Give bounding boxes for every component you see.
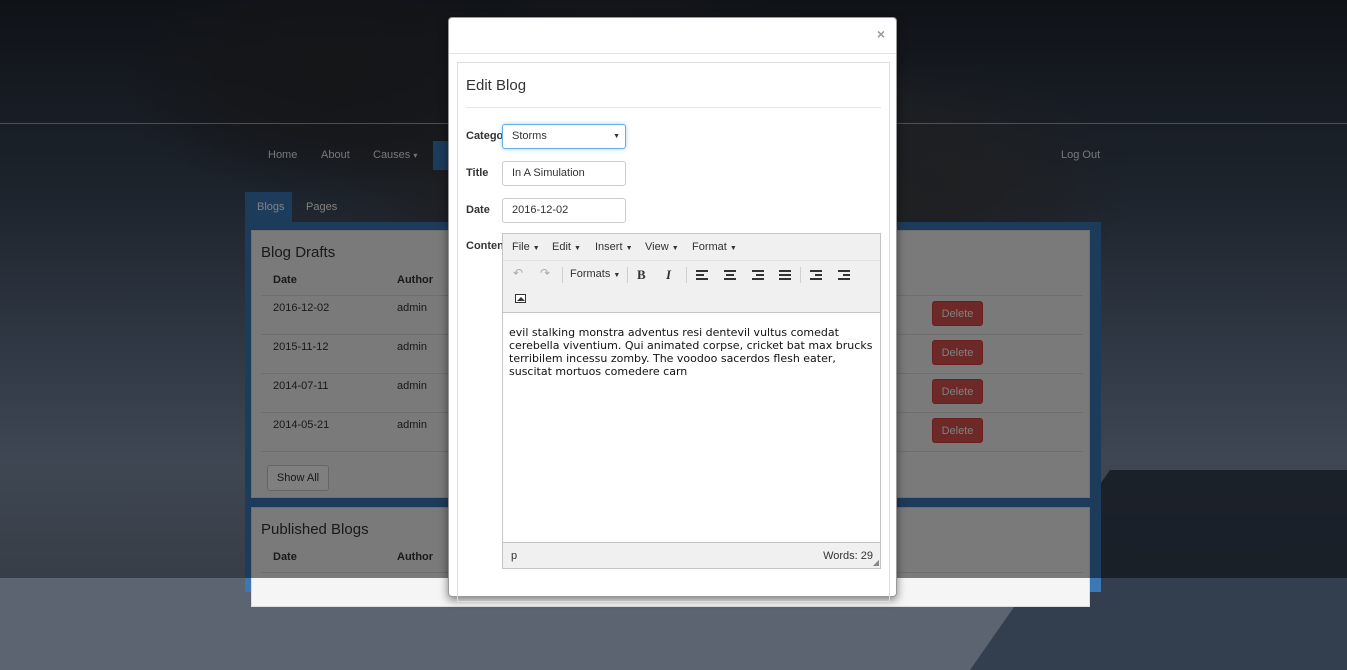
editor-toolbar: ↶ ↷ Formats ▼ B I: [503, 261, 880, 313]
italic-icon[interactable]: I: [666, 267, 671, 283]
modal-header: ×: [449, 18, 896, 54]
toolbar-separator: [800, 267, 801, 283]
toolbar-separator: [686, 267, 687, 283]
content-label: Content: [466, 240, 502, 252]
modal-title: Edit Blog: [466, 77, 527, 94]
editor-statusbar: p Words: 29 ◢: [503, 542, 880, 568]
element-path[interactable]: p: [511, 550, 517, 562]
title-divider: [466, 107, 881, 108]
menu-file[interactable]: File ▼: [512, 241, 540, 253]
menu-view[interactable]: View ▼: [645, 241, 679, 253]
title-label: Title: [466, 167, 489, 179]
category-value: Storms: [512, 130, 547, 142]
edit-blog-form: Edit Blog Category Storms ▼ Title In A S…: [457, 62, 890, 602]
category-label: Category: [466, 130, 502, 142]
resize-handle-icon[interactable]: ◢: [873, 558, 879, 567]
align-justify-icon[interactable]: [779, 270, 791, 280]
align-center-icon[interactable]: [724, 270, 736, 280]
undo-icon[interactable]: ↶: [511, 266, 525, 280]
redo-icon[interactable]: ↷: [538, 266, 552, 280]
word-count: Words: 29: [823, 550, 873, 562]
menu-format[interactable]: Format ▼: [692, 241, 737, 253]
rich-text-editor: File ▼ Edit ▼ Insert ▼ View ▼ Format ▼ ↶…: [502, 233, 881, 569]
bold-icon[interactable]: B: [637, 267, 646, 283]
align-left-icon[interactable]: [696, 270, 708, 280]
editor-menubar: File ▼ Edit ▼ Insert ▼ View ▼ Format ▼: [503, 234, 880, 261]
title-input[interactable]: In A Simulation: [502, 161, 626, 186]
category-select[interactable]: Storms ▼: [502, 124, 626, 149]
menu-insert[interactable]: Insert ▼: [595, 241, 633, 253]
toolbar-separator: [627, 267, 628, 283]
indent-icon[interactable]: [838, 270, 850, 280]
formats-dropdown[interactable]: Formats ▼: [570, 268, 620, 280]
toolbar-separator: [562, 267, 563, 283]
edit-blog-modal: × Edit Blog Category Storms ▼ Title In A…: [448, 17, 897, 602]
editor-content[interactable]: evil stalking monstra adventus resi dent…: [509, 326, 877, 378]
date-input[interactable]: 2016-12-02: [502, 198, 626, 223]
menu-edit[interactable]: Edit ▼: [552, 241, 581, 253]
close-icon[interactable]: ×: [877, 26, 885, 42]
align-right-icon[interactable]: [752, 270, 764, 280]
chevron-down-icon: ▼: [613, 133, 620, 140]
insert-image-icon[interactable]: [515, 294, 526, 303]
date-label: Date: [466, 204, 490, 216]
outdent-icon[interactable]: [810, 270, 822, 280]
